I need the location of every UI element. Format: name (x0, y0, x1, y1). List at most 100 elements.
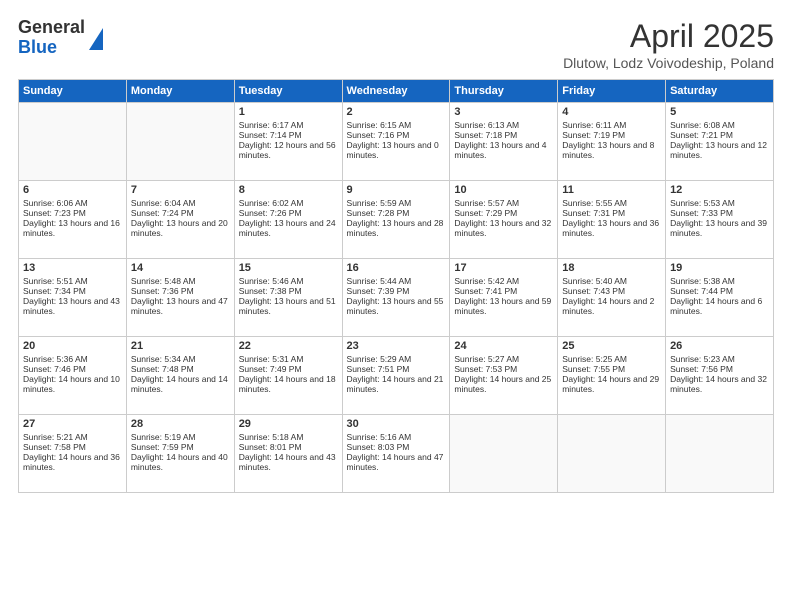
calendar-cell (19, 103, 127, 181)
day-number: 30 (347, 418, 446, 430)
day-info: Sunset: 7:14 PM (239, 130, 338, 140)
day-info: Sunset: 7:58 PM (23, 442, 122, 452)
day-info: Daylight: 14 hours and 29 minutes. (562, 374, 661, 394)
calendar-cell: 12Sunrise: 5:53 AMSunset: 7:33 PMDayligh… (666, 181, 774, 259)
day-number: 26 (670, 340, 769, 352)
day-info: Daylight: 13 hours and 0 minutes. (347, 140, 446, 160)
calendar-cell: 30Sunrise: 5:16 AMSunset: 8:03 PMDayligh… (342, 415, 450, 493)
day-info: Sunrise: 6:02 AM (239, 198, 338, 208)
day-number: 10 (454, 184, 553, 196)
month-title: April 2025 (563, 18, 774, 55)
calendar-cell: 17Sunrise: 5:42 AMSunset: 7:41 PMDayligh… (450, 259, 558, 337)
day-info: Sunrise: 5:57 AM (454, 198, 553, 208)
calendar-cell: 9Sunrise: 5:59 AMSunset: 7:28 PMDaylight… (342, 181, 450, 259)
calendar-cell: 3Sunrise: 6:13 AMSunset: 7:18 PMDaylight… (450, 103, 558, 181)
day-number: 1 (239, 106, 338, 118)
day-info: Sunrise: 5:46 AM (239, 276, 338, 286)
calendar-cell: 27 Sunrise: 5:21 AMSunset: 7:58 PMDayligh… (19, 415, 127, 493)
day-number: 12 (670, 184, 769, 196)
day-info: Sunset: 7:59 PM (131, 442, 230, 452)
day-info: Daylight: 13 hours and 28 minutes. (347, 218, 446, 238)
day-number: 29 (239, 418, 338, 430)
day-info: Sunset: 7:19 PM (562, 130, 661, 140)
page: General Blue April 2025 Dlutow, Lodz Voi… (0, 0, 792, 612)
calendar-cell: 11Sunrise: 5:55 AMSunset: 7:31 PMDayligh… (558, 181, 666, 259)
day-number: 13 (23, 262, 122, 274)
day-info: Daylight: 14 hours and 36 minutes. (23, 452, 122, 472)
title-section: April 2025 Dlutow, Lodz Voivodeship, Pol… (563, 18, 774, 71)
day-info: Sunset: 7:56 PM (670, 364, 769, 374)
day-number: 23 (347, 340, 446, 352)
calendar-cell: 23Sunrise: 5:29 AMSunset: 7:51 PMDayligh… (342, 337, 450, 415)
calendar-cell: 29Sunrise: 5:18 AMSunset: 8:01 PMDayligh… (234, 415, 342, 493)
calendar-cell: 21Sunrise: 5:34 AMSunset: 7:48 PMDayligh… (126, 337, 234, 415)
day-info: Daylight: 13 hours and 8 minutes. (562, 140, 661, 160)
day-info: Sunset: 7:23 PM (23, 208, 122, 218)
day-info: Sunset: 7:33 PM (670, 208, 769, 218)
day-info: Sunrise: 6:17 AM (239, 120, 338, 130)
logo-text: General Blue (18, 18, 85, 58)
header: General Blue April 2025 Dlutow, Lodz Voi… (18, 18, 774, 71)
logo: General Blue (18, 18, 103, 58)
day-info: Sunrise: 6:15 AM (347, 120, 446, 130)
day-number: 4 (562, 106, 661, 118)
day-number: 18 (562, 262, 661, 274)
weekday-header-row: SundayMondayTuesdayWednesdayThursdayFrid… (19, 80, 774, 103)
location-title: Dlutow, Lodz Voivodeship, Poland (563, 55, 774, 71)
day-info: Daylight: 13 hours and 20 minutes. (131, 218, 230, 238)
week-row-2: 6Sunrise: 6:06 AMSunset: 7:23 PMDaylight… (19, 181, 774, 259)
day-info: Sunset: 7:46 PM (23, 364, 122, 374)
day-info: Daylight: 13 hours and 16 minutes. (23, 218, 122, 238)
day-info: Sunset: 7:38 PM (239, 286, 338, 296)
day-number: 6 (23, 184, 122, 196)
day-number: 17 (454, 262, 553, 274)
day-info: Daylight: 13 hours and 43 minutes. (23, 296, 122, 316)
day-number: 19 (670, 262, 769, 274)
day-info: Sunrise: 5:18 AM (239, 432, 338, 442)
calendar-cell: 4 Sunrise: 6:11 AMSunset: 7:19 PMDaylight… (558, 103, 666, 181)
day-info: Sunset: 7:21 PM (670, 130, 769, 140)
day-info: Sunrise: 5:44 AM (347, 276, 446, 286)
day-info: Sunrise: 6:11 AM (562, 120, 661, 130)
day-info: Daylight: 13 hours and 36 minutes. (562, 218, 661, 238)
day-info: Daylight: 14 hours and 25 minutes. (454, 374, 553, 394)
weekday-header-thursday: Thursday (450, 80, 558, 103)
day-number: 22 (239, 340, 338, 352)
day-info: Sunset: 7:43 PM (562, 286, 661, 296)
day-info: Sunset: 7:51 PM (347, 364, 446, 374)
calendar-cell: 8Sunrise: 6:02 AMSunset: 7:26 PMDaylight… (234, 181, 342, 259)
day-number: 7 (131, 184, 230, 196)
day-info: Sunset: 7:28 PM (347, 208, 446, 218)
weekday-header-saturday: Saturday (666, 80, 774, 103)
day-info: Sunset: 7:31 PM (562, 208, 661, 218)
day-info: Sunrise: 6:13 AM (454, 120, 553, 130)
day-info: Daylight: 14 hours and 21 minutes. (347, 374, 446, 394)
calendar-cell: 26 Sunrise: 5:23 AMSunset: 7:56 PMDayligh… (666, 337, 774, 415)
day-info: Daylight: 14 hours and 43 minutes. (239, 452, 338, 472)
calendar-cell: 5Sunrise: 6:08 AMSunset: 7:21 PMDaylight… (666, 103, 774, 181)
day-info: Daylight: 14 hours and 32 minutes. (670, 374, 769, 394)
day-number: 24 (454, 340, 553, 352)
day-info: Sunrise: 5:21 AM (23, 432, 122, 442)
day-info: Sunset: 8:03 PM (347, 442, 446, 452)
day-number: 15 (239, 262, 338, 274)
week-row-5: 27Sunrise: 5:21 AMSunset: 7:58 PMDayligh… (19, 415, 774, 493)
logo-general: General (18, 18, 85, 38)
calendar-cell: 28Sunrise: 5:19 AMSunset: 7:59 PMDayligh… (126, 415, 234, 493)
day-info: Sunrise: 5:23 AM (670, 354, 769, 364)
day-number: 8 (239, 184, 338, 196)
day-info: Sunset: 7:39 PM (347, 286, 446, 296)
day-number: 27 (23, 418, 122, 430)
day-info: Sunset: 7:16 PM (347, 130, 446, 140)
day-info: Daylight: 14 hours and 40 minutes. (131, 452, 230, 472)
day-info: Sunrise: 5:48 AM (131, 276, 230, 286)
day-number: 5 (670, 106, 769, 118)
day-info: Sunrise: 5:38 AM (670, 276, 769, 286)
day-info: Sunset: 7:49 PM (239, 364, 338, 374)
day-info: Daylight: 13 hours and 32 minutes. (454, 218, 553, 238)
day-info: Sunrise: 6:06 AM (23, 198, 122, 208)
calendar-cell: 24Sunrise: 5:27 AMSunset: 7:53 PMDayligh… (450, 337, 558, 415)
calendar-cell (558, 415, 666, 493)
calendar-cell: 22Sunrise: 5:31 AMSunset: 7:49 PMDayligh… (234, 337, 342, 415)
day-info: Sunset: 7:34 PM (23, 286, 122, 296)
